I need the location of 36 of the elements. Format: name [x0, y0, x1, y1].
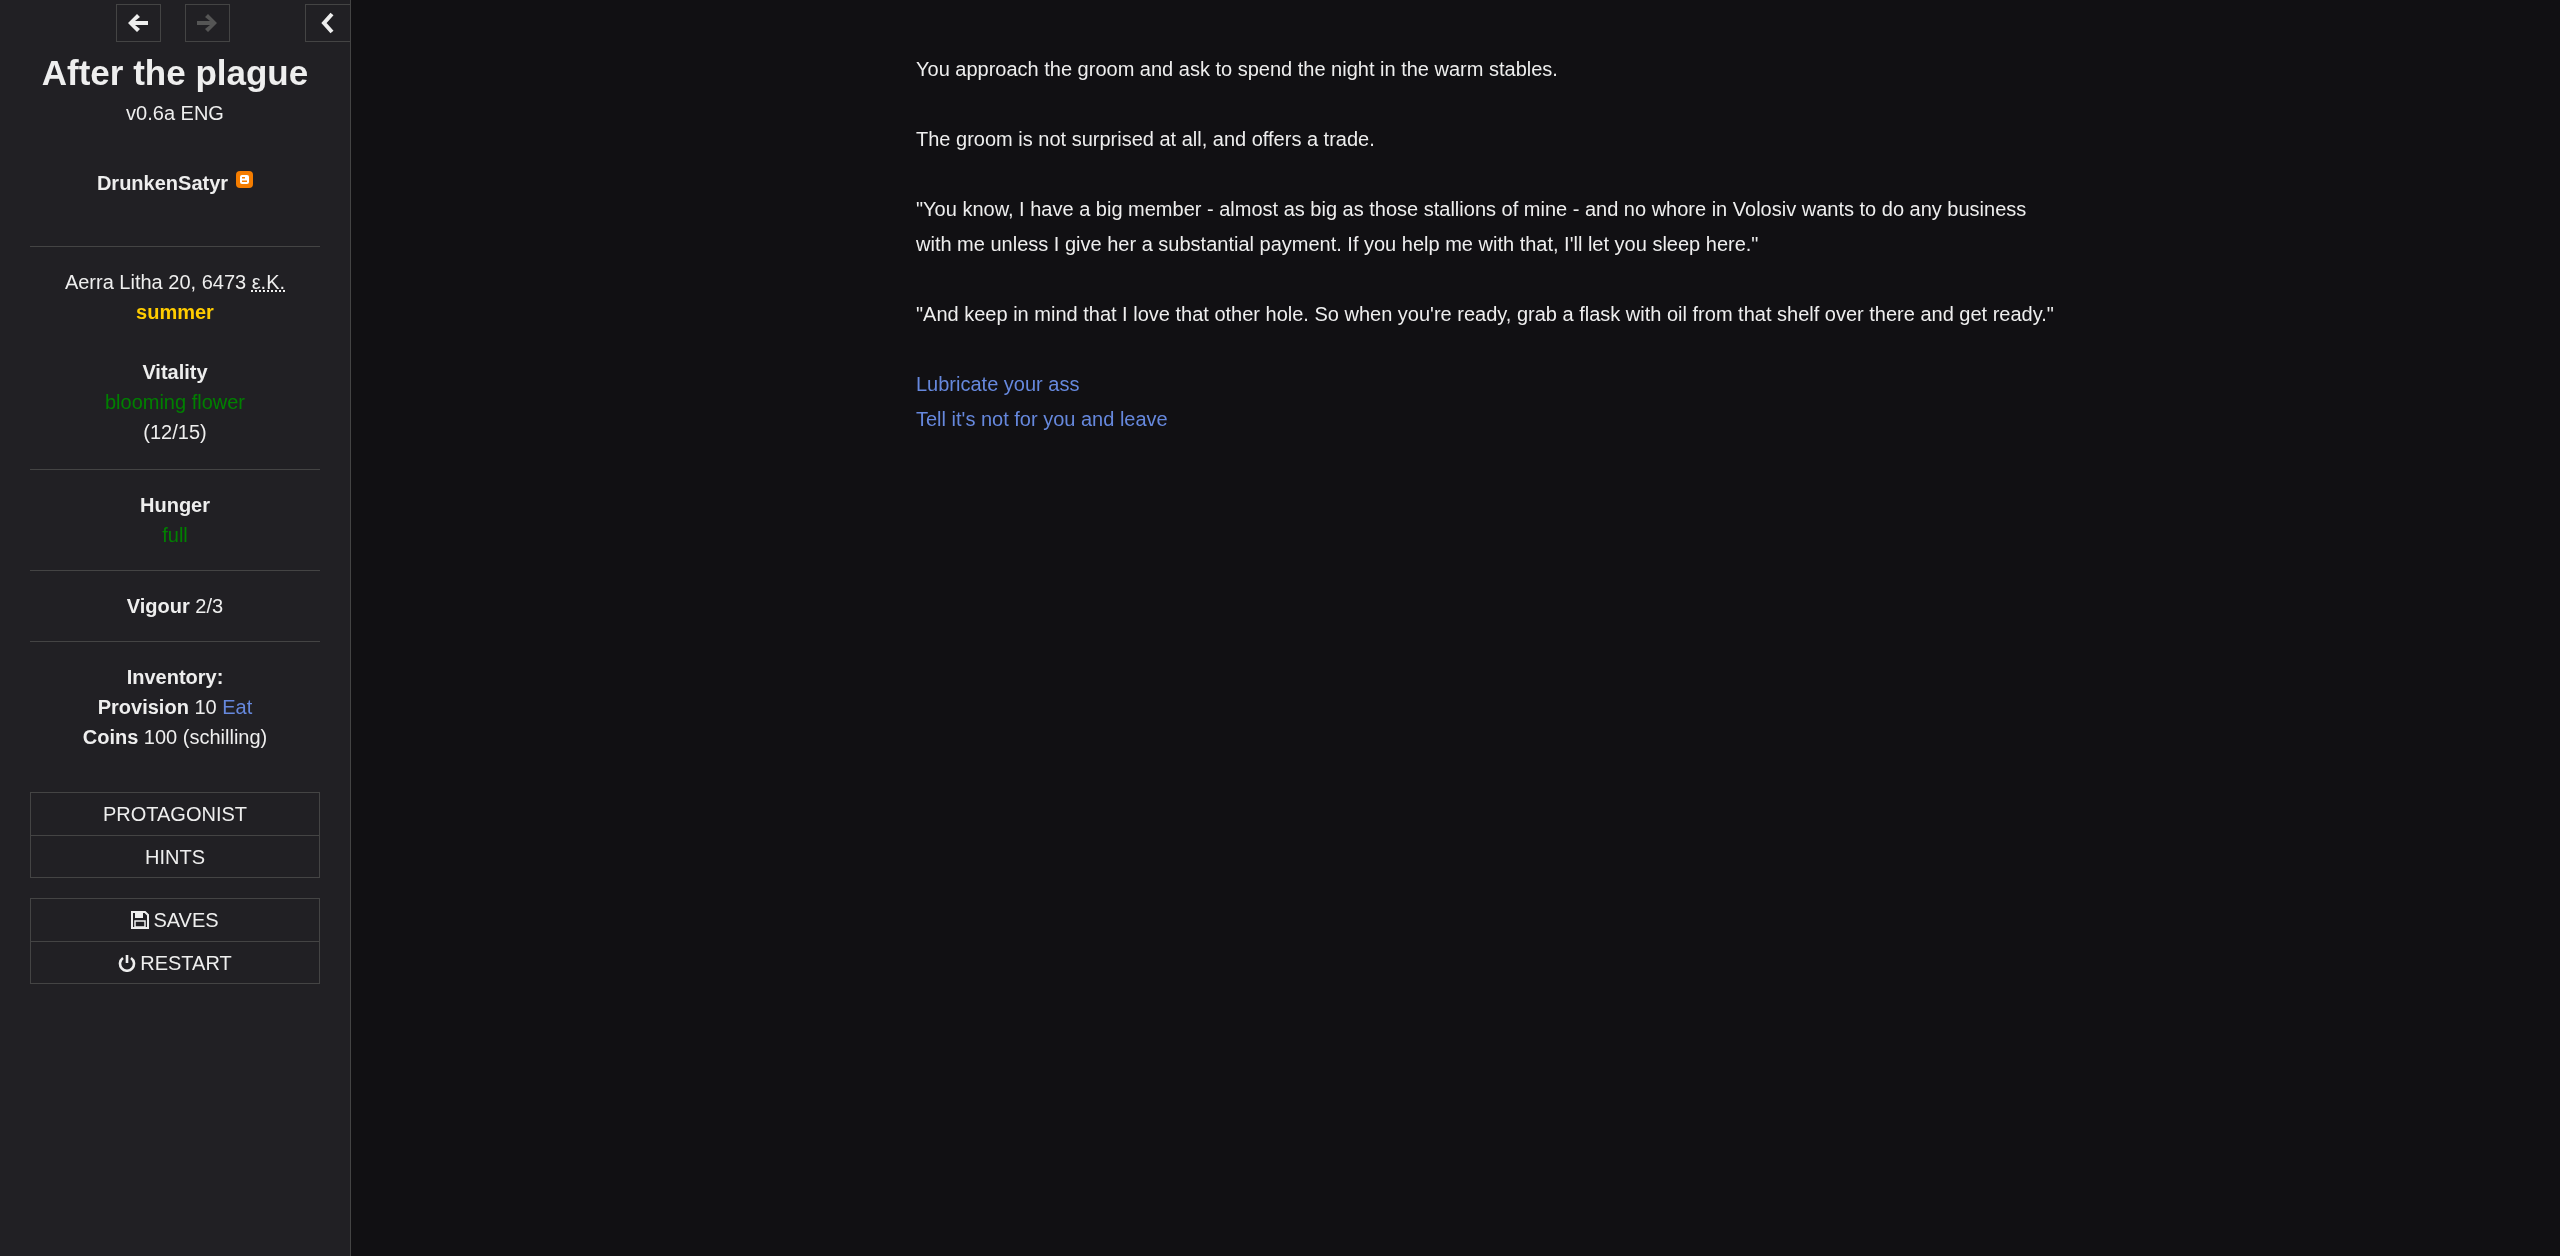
inventory-heading: Inventory:: [125, 665, 225, 690]
item-amount: 10: [194, 696, 217, 718]
arrow-left-icon: [127, 13, 149, 33]
item-amount: 100 (schilling): [143, 726, 268, 748]
stat-label: Vigour: [126, 595, 190, 617]
stat-reading: 2/3: [195, 595, 224, 617]
eat-link[interactable]: Eat: [222, 696, 253, 718]
menu-button[interactable]: HINTS: [31, 835, 319, 877]
menu-button[interactable]: PROTAGONIST: [31, 793, 319, 835]
season-label: summer: [135, 300, 215, 325]
menu-button[interactable]: RESTART: [31, 941, 319, 983]
collapse-sidebar-button[interactable]: [305, 4, 350, 42]
version-label: v0.6a ENG: [125, 101, 225, 126]
stat-status: blooming flower: [103, 390, 247, 415]
stat-label: Vitality: [141, 360, 209, 385]
arrow-right-icon: [196, 13, 218, 33]
chevron-left-icon: [321, 12, 335, 34]
blog-icon: [236, 170, 254, 188]
back-button[interactable]: [115, 4, 161, 42]
item-name: Coins: [82, 726, 139, 748]
story-paragraph: You approach the groom and ask to spend the night in the warm stables.: [916, 57, 1559, 82]
author-name[interactable]: DrunkenSatyr: [96, 168, 229, 198]
era-abbreviation: ε.K.: [251, 271, 286, 293]
story-paragraph: The groom is not surprised at all, and offers a trade.: [916, 127, 1376, 152]
game-title: After the plague: [40, 52, 310, 94]
choice-link[interactable]: Lubricate your ass: [916, 367, 1080, 402]
menu-button[interactable]: SAVES: [31, 899, 319, 941]
choice-link[interactable]: Tell it's not for you and leave: [916, 402, 1168, 437]
story-paragraph: "You know, I have a big member - almost as big as those stallions of mine - and no whore in Volosiv wants to do any business with me unless I give her a substantial payment. If you help me with that, I'll let you sleep here.": [916, 197, 2028, 257]
stat-reading: (12/15): [142, 420, 208, 445]
stat-label: Hunger: [139, 493, 211, 518]
story-paragraph: "And keep in mind that I love that other hole. So when you're ready, grab a flask with oil from that shelf over there and get ready.": [916, 302, 2055, 327]
date-label: Aerra Litha 20, 6473: [64, 271, 248, 293]
stat-status: full: [161, 523, 189, 548]
power-icon: [118, 953, 137, 972]
item-name: Provision: [97, 696, 189, 718]
